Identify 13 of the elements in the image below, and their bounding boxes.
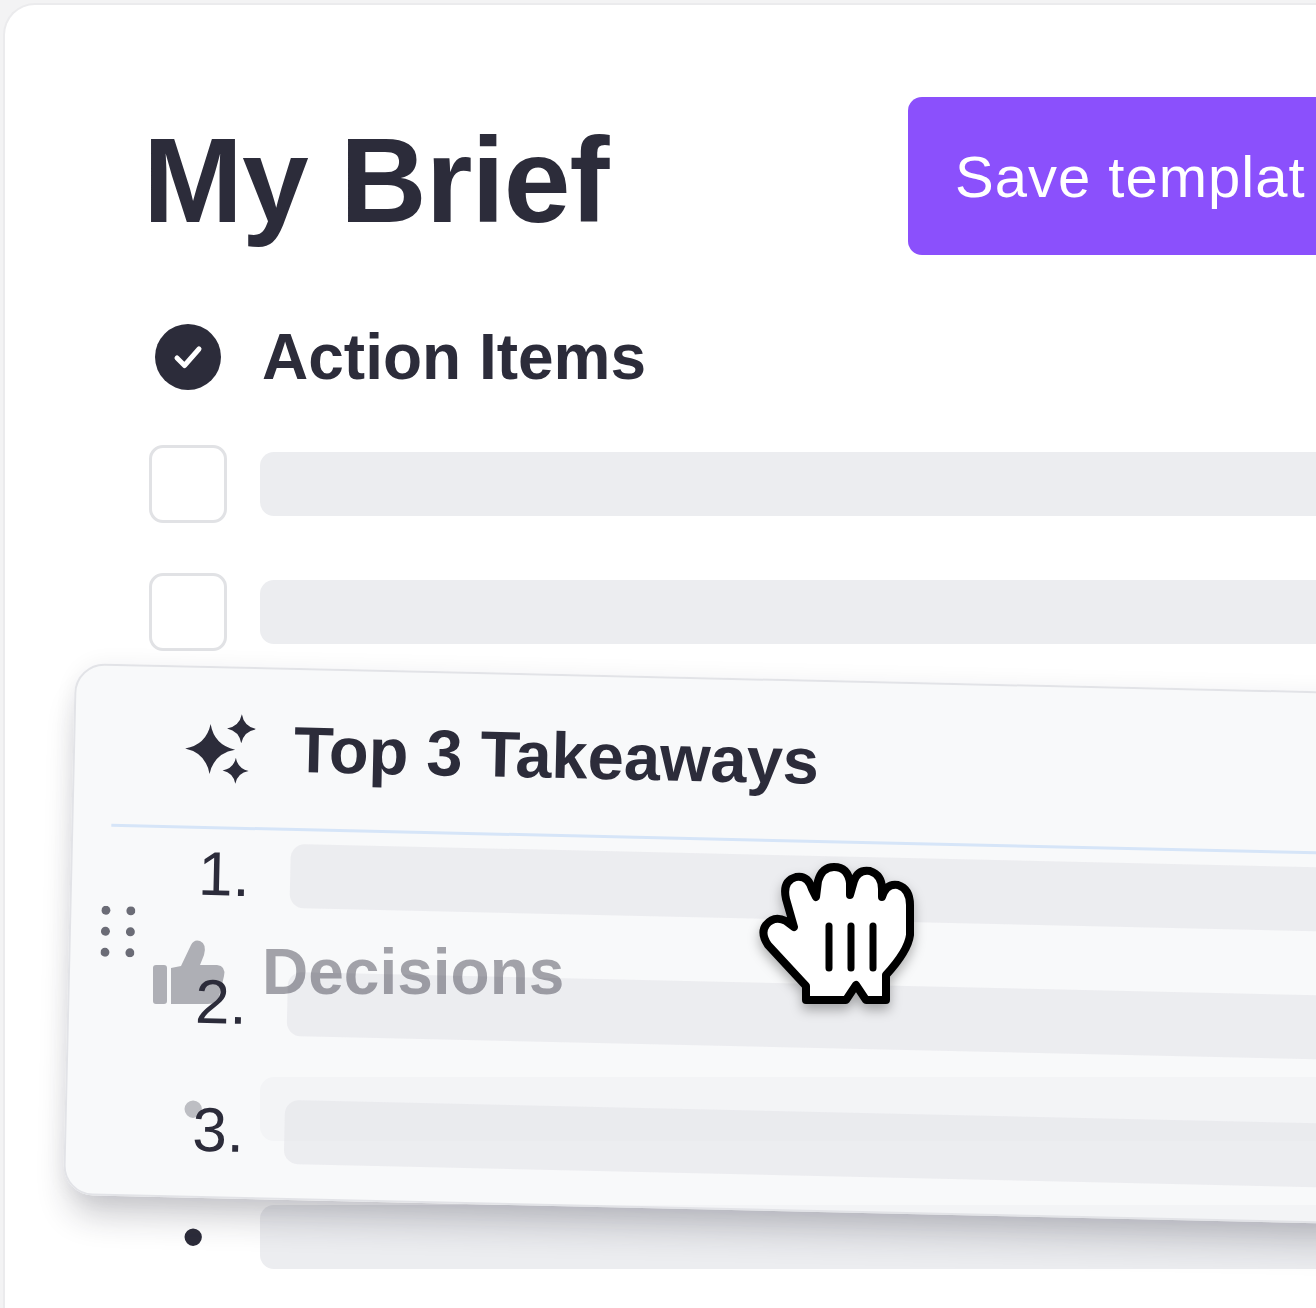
list-number: 1. (197, 842, 251, 906)
page-title: My Brief (143, 112, 609, 249)
checkbox[interactable] (149, 445, 227, 523)
checkbox[interactable] (149, 573, 227, 651)
save-template-button[interactable]: Save templat (908, 97, 1316, 255)
list-marker: • (182, 1225, 205, 1249)
list-number: 2. (194, 970, 248, 1034)
check-circle-icon (155, 324, 221, 390)
section-heading: Top 3 Takeaways (293, 712, 820, 800)
section-heading: Decisions (262, 935, 565, 1010)
section-heading: Action Items (262, 320, 647, 395)
sparkle-icon (184, 712, 257, 785)
drag-handle-icon[interactable] (100, 905, 136, 958)
